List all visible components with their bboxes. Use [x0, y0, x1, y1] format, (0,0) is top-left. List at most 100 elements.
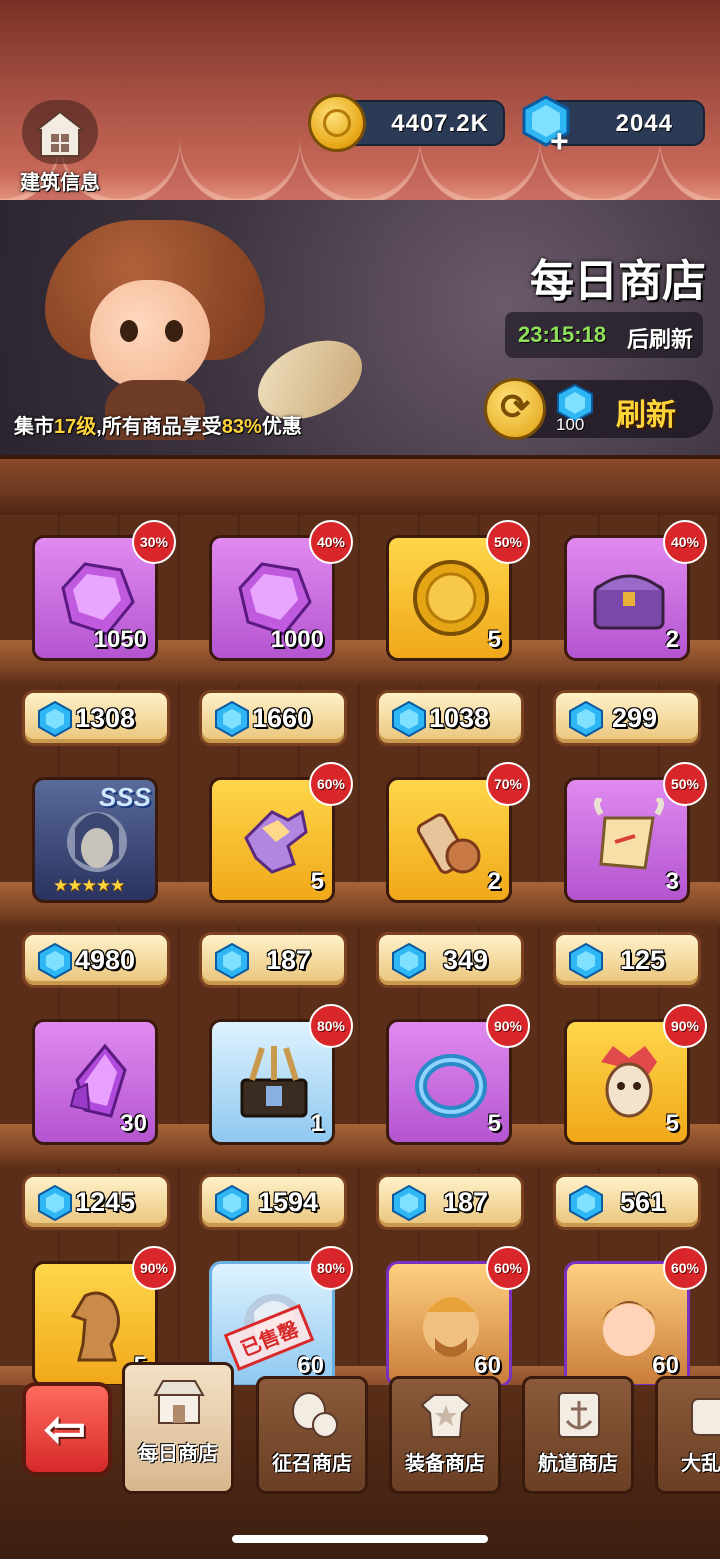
tab-label: 征召商店	[272, 1453, 352, 1475]
treasure-chest-icon	[593, 574, 665, 630]
gem-icon	[215, 943, 249, 979]
shirt-icon	[420, 1394, 472, 1438]
item-quantity: 2	[487, 868, 501, 895]
house-icon	[35, 110, 85, 157]
discount-badge: 90%	[132, 1246, 176, 1290]
building-info-label: 建筑信息	[20, 172, 100, 194]
price-button[interactable]: 187	[199, 932, 347, 988]
coin-icon	[308, 94, 366, 152]
price-button[interactable]: 349	[376, 932, 524, 988]
brawl-icon	[691, 1398, 720, 1436]
price-button[interactable]: 1594	[199, 1174, 347, 1230]
item-quantity: 1050	[93, 626, 147, 653]
discount-badge: 60%	[486, 1246, 530, 1290]
item-quantity: 1	[310, 1110, 324, 1137]
scroll-icon	[416, 813, 481, 874]
discount-badge: 50%	[663, 762, 707, 806]
gem-icon	[38, 1185, 72, 1221]
price-value: 125	[620, 945, 666, 975]
gem-icon	[215, 1185, 249, 1221]
rank-badge: SSS	[98, 782, 151, 812]
refresh-label[interactable]: 刷新	[616, 390, 676, 434]
price-value: 1308	[75, 703, 136, 733]
gem-icon	[392, 943, 426, 979]
discount-badge: 70%	[486, 762, 530, 806]
shop-item-crystal[interactable]: 30	[32, 1019, 158, 1145]
tab-label: 装备商店	[405, 1453, 485, 1475]
map-scroll-icon	[594, 798, 664, 870]
price-button[interactable]: 561	[553, 1174, 701, 1230]
discount-badge: 60%	[309, 762, 353, 806]
item-quantity: 3	[665, 868, 679, 895]
coin-value: 4407.2K	[391, 110, 489, 137]
gold-coin-icon	[413, 560, 489, 636]
price-button[interactable]: 125	[553, 932, 701, 988]
refresh-timer-suffix: 后刷新	[627, 327, 694, 352]
tab-equipment-shop[interactable]: 装备商店	[389, 1376, 501, 1494]
gem-icon	[569, 943, 603, 979]
gem-icon	[392, 1185, 426, 1221]
add-gems-plus-icon[interactable]: +	[550, 125, 569, 157]
market-prefix: 集市	[14, 416, 54, 438]
back-button[interactable]: ⇦	[22, 1382, 112, 1476]
tribal-mask-icon	[601, 1046, 657, 1118]
tab-label: 航道商店	[538, 1453, 618, 1475]
shop-item-hero-sss[interactable]: SSS ★★★★★	[32, 777, 158, 903]
home-indicator[interactable]	[232, 1535, 488, 1543]
price-value: 4980	[75, 945, 136, 975]
price-value: 349	[443, 945, 489, 975]
gem-icon	[569, 701, 603, 737]
gem-icon	[215, 701, 249, 737]
discount-badge: 40%	[309, 520, 353, 564]
market-middle: ,所有商品享受	[96, 416, 222, 438]
character-face	[90, 280, 210, 390]
item-quantity: 5	[487, 626, 501, 653]
shopkeeper-character	[20, 210, 280, 440]
gem-icon	[569, 1185, 603, 1221]
shelf-top	[0, 455, 720, 515]
price-button[interactable]: 1038	[376, 690, 524, 746]
price-button[interactable]: 1660	[199, 690, 347, 746]
price-button[interactable]: 1245	[22, 1174, 170, 1230]
shop-screen: 建筑信息 4407.2K 2044 + 每日商店 23:15:18 后刷新 10…	[0, 0, 720, 1559]
awning-stripe	[180, 0, 300, 205]
tab-route-shop[interactable]: 航道商店	[522, 1376, 634, 1494]
weapon-chest-icon	[240, 1046, 308, 1118]
back-arrow-icon: ⇦	[44, 1401, 86, 1457]
price-button[interactable]: 299	[553, 690, 701, 746]
item-quantity: 5	[310, 868, 324, 895]
price-value: 1660	[252, 703, 313, 733]
discount-badge: 30%	[132, 520, 176, 564]
price-button[interactable]: 4980	[22, 932, 170, 988]
discount-badge: 90%	[486, 1004, 530, 1048]
discount-badge: 50%	[486, 520, 530, 564]
price-button[interactable]: 187	[376, 1174, 524, 1230]
tab-daily-shop[interactable]: 每日商店	[122, 1362, 234, 1494]
discount-badge: 80%	[309, 1004, 353, 1048]
price-value: 1038	[429, 703, 490, 733]
price-value: 299	[612, 703, 658, 733]
price-value: 187	[443, 1187, 489, 1217]
shop-title: 每日商店	[530, 257, 706, 306]
market-discount-info: 集市17级,所有商品享受83%优惠	[14, 410, 302, 439]
market-level: 17级	[54, 416, 97, 438]
tab-label: 大乱斗	[681, 1453, 720, 1475]
refresh-icon[interactable]	[484, 378, 546, 440]
recruit-icon	[292, 1392, 338, 1438]
anchor-icon	[558, 1392, 600, 1438]
character-eye	[165, 320, 183, 342]
refresh-cost: 100	[556, 415, 585, 434]
discount-badge: 60%	[663, 1246, 707, 1290]
item-quantity: 1000	[270, 626, 324, 653]
tab-recruit-shop[interactable]: 征召商店	[256, 1376, 368, 1494]
ring-icon	[415, 1054, 487, 1118]
gem-icon	[38, 943, 72, 979]
price-button[interactable]: 1308	[22, 690, 170, 746]
gem-icon	[38, 701, 72, 737]
item-quantity: 30	[120, 1110, 147, 1137]
tab-brawl-shop[interactable]: 大乱斗	[655, 1376, 720, 1494]
chess-knight-icon	[70, 1291, 120, 1362]
tab-label: 每日商店	[138, 1443, 218, 1465]
market-discount: 83%	[221, 416, 262, 438]
character-eye	[120, 320, 138, 342]
